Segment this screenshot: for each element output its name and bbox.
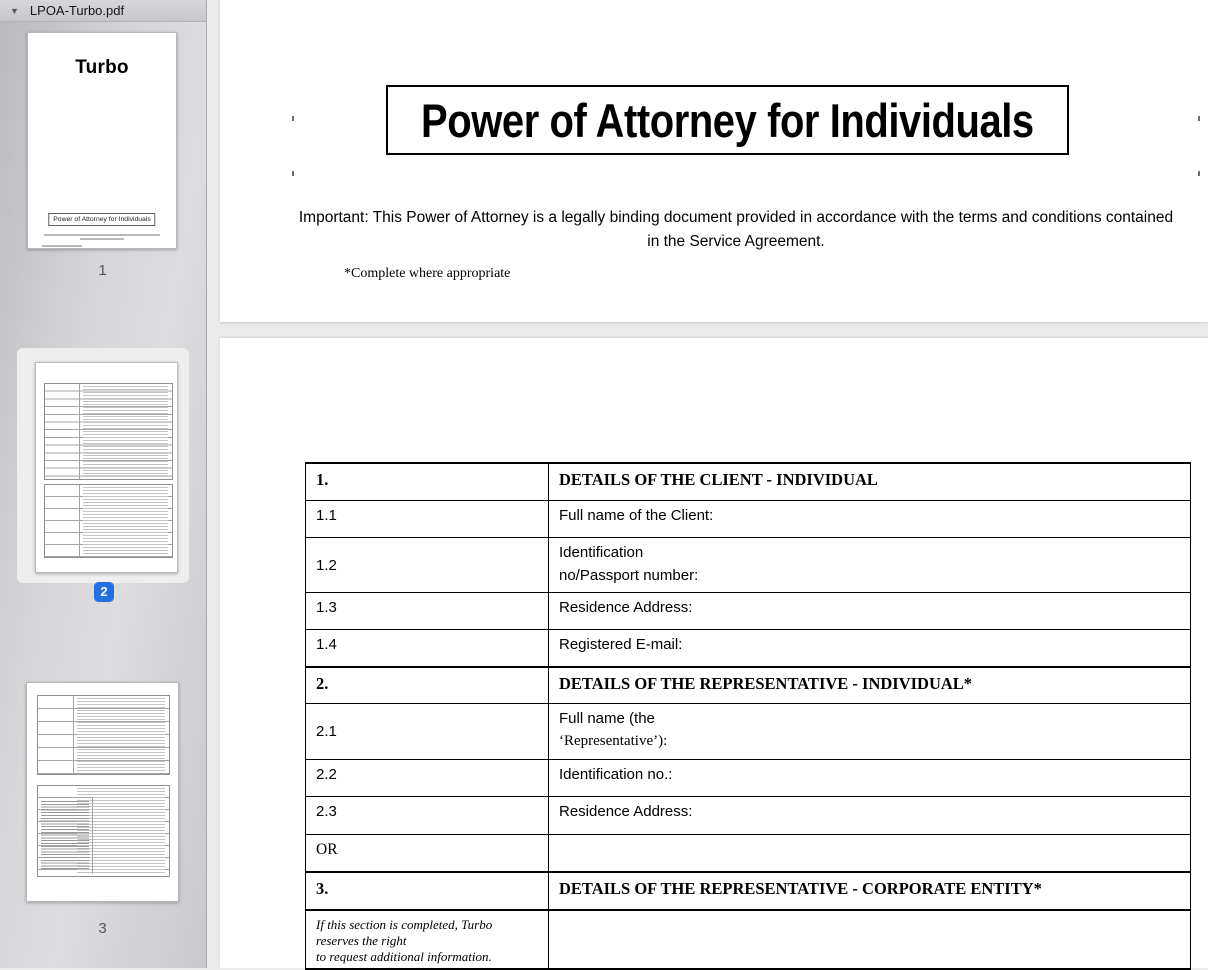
row-number-cell: OR — [306, 835, 549, 871]
row-label-cell — [549, 835, 1190, 871]
row-label-cell: DETAILS OF THE CLIENT - INDIVIDUAL — [549, 464, 1190, 500]
thumb2-mini-table — [44, 484, 173, 558]
row-number-cell: 2.1 — [306, 704, 549, 759]
table-row-2-2: 2.2 Identification no.: — [306, 759, 1190, 796]
sidebar-document-header[interactable]: ▼ LPOA-Turbo.pdf — [0, 0, 206, 22]
page-number-label-1: 1 — [0, 262, 205, 279]
row-number-cell: 3. — [306, 873, 549, 909]
details-table: 1. DETAILS OF THE CLIENT - INDIVIDUAL 1.… — [305, 462, 1191, 970]
important-notice-line1: Important: This Power of Attorney is a l… — [242, 206, 1208, 230]
complete-where-appropriate-note: *Complete where appropriate — [344, 266, 510, 282]
row-number-cell: 1.3 — [306, 593, 549, 629]
row-number-cell: 2. — [306, 668, 549, 703]
thumb2-mini-table — [44, 383, 173, 480]
row-number-cell: 2.2 — [306, 760, 549, 796]
page-thumbnail-3[interactable] — [26, 682, 179, 902]
disclosure-triangle-icon[interactable]: ▼ — [10, 6, 19, 16]
table-row-or: OR — [306, 834, 1190, 871]
thumb1-boxed-title: Power of Attorney for Individuals — [48, 213, 155, 226]
table-row-section-2: 2. DETAILS OF THE REPRESENTATIVE - INDIV… — [306, 666, 1190, 703]
thumb3-mini-table — [37, 785, 170, 877]
row-number-cell: 2.3 — [306, 797, 549, 834]
table-row-1-4: 1.4 Registered E-mail: — [306, 629, 1190, 666]
row-label-cell: Full name (the ‘Representative’): — [549, 704, 1190, 759]
crop-mark — [292, 116, 294, 121]
row-label-cell: Identification no/Passport number: — [549, 538, 1190, 592]
document-filename: LPOA-Turbo.pdf — [30, 3, 124, 18]
row-label-cell: Full name of the Client: — [549, 501, 1190, 537]
page-thumbnail-2[interactable] — [35, 362, 178, 573]
row-label-cell: Residence Address: — [549, 593, 1190, 629]
row-label-cell — [549, 911, 1190, 968]
thumb3-mini-table — [37, 695, 170, 775]
thumb3-risk-warning-block — [38, 797, 93, 874]
crop-mark — [1198, 171, 1200, 176]
table-row-1-3: 1.3 Residence Address: — [306, 592, 1190, 629]
table-row-section-1: 1. DETAILS OF THE CLIENT - INDIVIDUAL — [306, 464, 1190, 500]
table-row-corporate-note: If this section is completed, Turbo rese… — [306, 909, 1190, 968]
table-row-1-1: 1.1 Full name of the Client: — [306, 500, 1190, 537]
row-label-cell: Residence Address: — [549, 797, 1190, 834]
document-page-1: Power of Attorney for Individuals Import… — [220, 0, 1208, 322]
thumb1-brand-text: Turbo — [28, 57, 176, 79]
row-number-cell: 1.4 — [306, 630, 549, 666]
row-number-cell: 1.2 — [306, 538, 549, 592]
thumbnail-sidebar: ▼ LPOA-Turbo.pdf Turbo Power of Attorney… — [0, 0, 207, 968]
page-number-label-3: 3 — [0, 920, 205, 937]
important-notice-line2: in the Service Agreement. — [242, 230, 1208, 254]
table-row-2-1: 2.1 Full name (the ‘Representative’): — [306, 703, 1190, 759]
page-thumbnail-1[interactable]: Turbo Power of Attorney for Individuals — [27, 32, 177, 249]
row-number-cell: 1.1 — [306, 501, 549, 537]
table-row-1-2: 1.2 Identification no/Passport number: — [306, 537, 1190, 592]
row-label-cell: DETAILS OF THE REPRESENTATIVE - CORPORAT… — [549, 873, 1190, 909]
important-notice: Important: This Power of Attorney is a l… — [242, 206, 1208, 253]
document-viewer: Power of Attorney for Individuals Import… — [208, 0, 1208, 968]
document-title: Power of Attorney for Individuals — [421, 93, 1034, 148]
crop-mark — [1198, 116, 1200, 121]
row-note-cell: If this section is completed, Turbo rese… — [306, 911, 549, 968]
document-page-2: 1. DETAILS OF THE CLIENT - INDIVIDUAL 1.… — [220, 338, 1208, 968]
table-row-section-3: 3. DETAILS OF THE REPRESENTATIVE - CORPO… — [306, 871, 1190, 909]
row-number-cell: 1. — [306, 464, 549, 500]
table-row-2-3: 2.3 Residence Address: — [306, 796, 1190, 834]
row-label-cell: DETAILS OF THE REPRESENTATIVE - INDIVIDU… — [549, 668, 1190, 703]
selected-page-badge: 2 — [94, 582, 114, 602]
thumb1-text-line — [42, 245, 82, 247]
thumb1-text-line — [80, 238, 124, 240]
crop-mark — [292, 171, 294, 176]
document-title-box: Power of Attorney for Individuals — [386, 85, 1069, 155]
thumb1-text-line — [44, 234, 160, 236]
row-label-cell: Registered E-mail: — [549, 630, 1190, 666]
row-label-cell: Identification no.: — [549, 760, 1190, 796]
